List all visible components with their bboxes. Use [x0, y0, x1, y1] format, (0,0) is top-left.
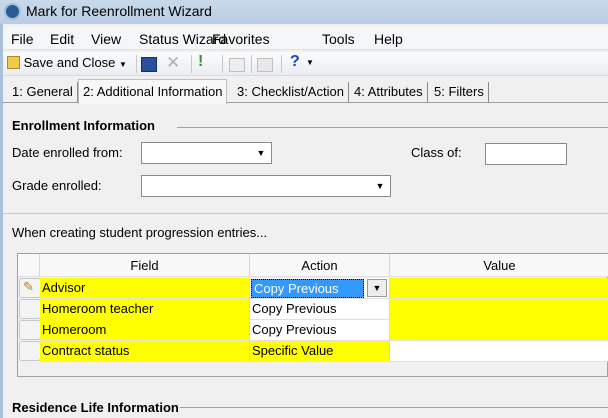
favorite-icon[interactable] — [229, 58, 245, 72]
date-enrolled-label: Date enrolled from: — [12, 145, 123, 160]
help-dropdown-icon[interactable]: ▼ — [306, 58, 314, 76]
menu-view[interactable]: View — [91, 31, 121, 47]
divider — [3, 213, 608, 214]
menu-bar: File Edit View Status Wizard Favorites T… — [3, 27, 608, 50]
column-header-value[interactable]: Value — [390, 254, 608, 277]
menu-file[interactable]: File — [11, 31, 34, 47]
process-icon[interactable]: ! — [198, 53, 203, 71]
field-cell[interactable]: Homeroom teacher — [40, 299, 250, 320]
column-header-action[interactable]: Action — [250, 254, 390, 277]
residence-heading: Residence Life Information — [12, 400, 179, 415]
field-cell[interactable]: Homeroom — [40, 320, 250, 341]
tab-attributes[interactable]: 4: Attributes — [350, 82, 428, 103]
action-value: Copy Previous — [251, 279, 364, 298]
date-enrolled-combo[interactable]: ▼ — [141, 142, 272, 164]
value-cell[interactable] — [390, 278, 608, 299]
field-cell[interactable]: Advisor — [40, 278, 250, 299]
row-header-corner — [18, 254, 40, 277]
app-icon — [4, 3, 21, 20]
action-cell[interactable]: Copy Previous — [250, 320, 390, 341]
value-cell[interactable] — [390, 320, 608, 341]
row-selector[interactable] — [19, 320, 41, 340]
divider — [177, 127, 608, 128]
row-selector[interactable]: ✎ — [19, 278, 41, 298]
chevron-down-icon[interactable]: ▼ — [372, 178, 388, 194]
tab-filters[interactable]: 5: Filters — [430, 82, 489, 103]
title-bar: Mark for Reenrollment Wizard — [0, 0, 608, 24]
save-icon[interactable] — [141, 57, 157, 72]
row-selector[interactable] — [19, 341, 41, 361]
folder-save-icon — [7, 56, 20, 69]
divider — [180, 407, 608, 408]
save-and-close-label: Save and Close — [23, 55, 116, 70]
progression-grid: Field Action Value ✎ Advisor Copy Previo… — [17, 253, 608, 377]
properties-icon[interactable] — [257, 58, 273, 72]
enrollment-heading: Enrollment Information — [12, 118, 155, 133]
value-cell[interactable] — [390, 299, 608, 320]
grade-enrolled-combo[interactable]: ▼ — [141, 175, 391, 197]
menu-edit[interactable]: Edit — [50, 31, 74, 47]
tab-additional-information[interactable]: 2: Additional Information — [78, 79, 228, 104]
action-cell[interactable]: Copy Previous — [250, 299, 390, 320]
menu-help[interactable]: Help — [374, 31, 403, 47]
value-cell[interactable] — [390, 341, 608, 362]
chevron-down-icon[interactable]: ▼ — [367, 279, 387, 297]
tab-strip: 1: General 2: Additional Information 3: … — [3, 78, 608, 104]
menu-favorites[interactable]: Favorites — [212, 31, 270, 47]
chevron-down-icon[interactable]: ▼ — [253, 145, 269, 161]
class-of-label: Class of: — [411, 145, 462, 160]
chevron-down-icon: ▼ — [119, 60, 127, 69]
tab-checklist-action[interactable]: 3: Checklist/Action — [233, 82, 349, 103]
column-header-field[interactable]: Field — [40, 254, 250, 277]
grade-enrolled-label: Grade enrolled: — [12, 178, 102, 193]
window-title: Mark for Reenrollment Wizard — [26, 3, 212, 19]
class-of-input[interactable] — [485, 143, 567, 165]
save-and-close-button[interactable]: Save and Close ▼ — [7, 55, 131, 73]
action-dropdown[interactable]: Copy Previous ▼ — [250, 278, 390, 299]
tab-general[interactable]: 1: General — [8, 82, 78, 103]
pencil-icon: ✎ — [23, 279, 34, 294]
action-cell[interactable]: Specific Value — [250, 341, 390, 362]
help-icon[interactable]: ? — [290, 53, 300, 71]
progression-intro: When creating student progression entrie… — [12, 225, 268, 240]
delete-icon[interactable]: ✕ — [166, 53, 180, 72]
toolbar: Save and Close ▼ ✕ ! ? ▼ — [3, 52, 608, 76]
field-cell[interactable]: Contract status — [40, 341, 250, 362]
row-selector[interactable] — [19, 299, 41, 319]
menu-tools[interactable]: Tools — [322, 31, 355, 47]
